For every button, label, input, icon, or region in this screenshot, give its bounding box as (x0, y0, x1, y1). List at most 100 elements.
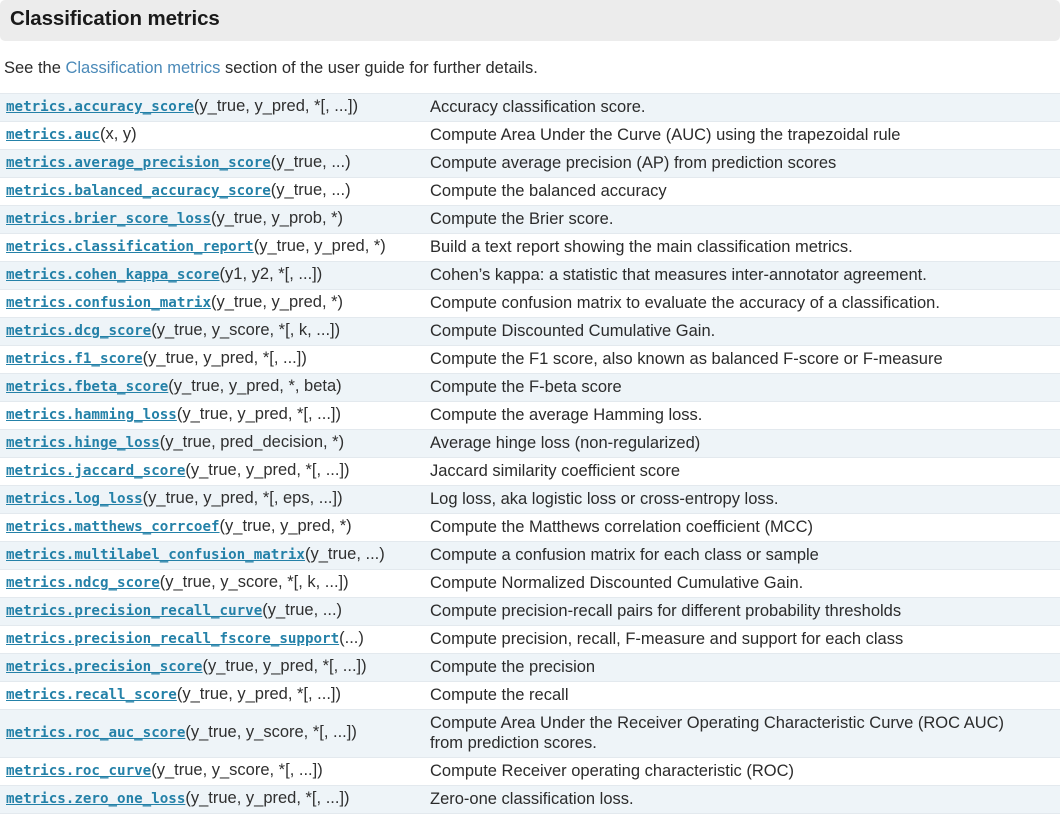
table-row: metrics.ndcg_score(y_true, y_score, *[, … (0, 569, 1060, 598)
signature-cell: metrics.recall_score(y_true, y_pred, *[,… (0, 682, 420, 710)
function-link[interactable]: metrics.jaccard_score (6, 463, 185, 479)
table-row: metrics.confusion_matrix(y_true, y_pred,… (0, 289, 1060, 318)
intro-paragraph: See the Classification metrics section o… (0, 41, 1060, 79)
description-text: Compute the balanced accuracy (430, 182, 667, 200)
description-text: Jaccard similarity coefficient score (430, 462, 681, 480)
signature-cell: metrics.hinge_loss(y_true, pred_decision… (0, 430, 420, 458)
function-args: (...) (339, 629, 364, 647)
signature-cell: metrics.precision_recall_fscore_support(… (0, 626, 420, 654)
function-args: (y_true, ...) (270, 181, 351, 199)
table-row: metrics.fbeta_score(y_true, y_pred, *, b… (0, 373, 1060, 402)
description-cell: Compute the balanced accuracy (420, 178, 1060, 206)
signature-cell: metrics.average_precision_score(y_true, … (0, 150, 420, 178)
description-text-line2: from prediction scores. (430, 734, 597, 752)
function-link[interactable]: metrics.roc_auc_score (6, 725, 185, 741)
description-text: Compute the average Hamming loss. (430, 406, 703, 424)
signature-cell: metrics.fbeta_score(y_true, y_pred, *, b… (0, 374, 420, 402)
function-args: (x, y) (99, 125, 137, 143)
table-row: metrics.auc(x, y) Compute Area Under the … (0, 121, 1060, 150)
description-cell: Compute Area Under the Curve (AUC) using… (420, 122, 1060, 150)
function-link[interactable]: metrics.precision_score (6, 659, 202, 675)
description-cell: Compute the precision (420, 654, 1060, 682)
description-text: Compute Area Under the Curve (AUC) using… (430, 126, 901, 144)
user-guide-link[interactable]: Classification metrics (65, 59, 220, 77)
description-text: Compute the recall (430, 686, 569, 704)
function-link[interactable]: metrics.hinge_loss (6, 435, 160, 451)
function-link[interactable]: metrics.ndcg_score (6, 575, 160, 591)
function-args: (y_true, y_pred, *) (211, 293, 344, 311)
function-link[interactable]: metrics.classification_report (6, 239, 254, 255)
description-cell: Accuracy classification score. (420, 94, 1060, 122)
function-args: (y_true, y_pred, *) (219, 517, 352, 535)
description-text: Cohen’s kappa: a statistic that measures… (430, 266, 927, 284)
function-link[interactable]: metrics.recall_score (6, 687, 177, 703)
table-row: metrics.hamming_loss(y_true, y_pred, *[,… (0, 401, 1060, 430)
description-cell: Compute Area Under the Receiver Operatin… (420, 710, 1060, 758)
function-args: (y_true, y_score, *[, ...]) (185, 723, 357, 741)
description-cell: Compute the Matthews correlation coeffic… (420, 514, 1060, 542)
description-text: Compute Normalized Discounted Cumulative… (430, 574, 804, 592)
table-row: metrics.precision_recall_fscore_support(… (0, 625, 1060, 654)
function-link[interactable]: metrics.roc_curve (6, 763, 151, 779)
description-cell: Compute Normalized Discounted Cumulative… (420, 570, 1060, 598)
table-row: metrics.classification_report(y_true, y_… (0, 233, 1060, 262)
signature-cell: metrics.hamming_loss(y_true, y_pred, *[,… (0, 402, 420, 430)
intro-text-before: See the (4, 59, 66, 77)
function-link[interactable]: metrics.hamming_loss (6, 407, 177, 423)
table-row: metrics.zero_one_loss(y_true, y_pred, *[… (0, 785, 1060, 814)
function-args: (y1, y2, *[, ...]) (219, 265, 323, 283)
description-cell: Compute precision-recall pairs for diffe… (420, 598, 1060, 626)
description-text: Zero-one classification loss. (430, 790, 634, 808)
function-link[interactable]: metrics.matthews_corrcoef (6, 519, 220, 535)
signature-cell: metrics.roc_curve(y_true, y_score, *[, .… (0, 758, 420, 786)
function-args: (y_true, y_score, *[, ...]) (151, 761, 323, 779)
function-link[interactable]: metrics.confusion_matrix (6, 295, 211, 311)
table-row: metrics.dcg_score(y_true, y_score, *[, k… (0, 317, 1060, 346)
signature-cell: metrics.accuracy_score(y_true, y_pred, *… (0, 94, 420, 122)
table-row: metrics.hinge_loss(y_true, pred_decision… (0, 429, 1060, 458)
description-text: Compute Discounted Cumulative Gain. (430, 322, 716, 340)
table-row: metrics.precision_score(y_true, y_pred, … (0, 653, 1060, 682)
description-cell: Cohen’s kappa: a statistic that measures… (420, 262, 1060, 290)
description-text: Build a text report showing the main cla… (430, 238, 853, 256)
description-text: Compute the F1 score, also known as bala… (430, 350, 943, 368)
signature-cell: metrics.zero_one_loss(y_true, y_pred, *[… (0, 786, 420, 814)
signature-cell: metrics.confusion_matrix(y_true, y_pred,… (0, 290, 420, 318)
function-link[interactable]: metrics.dcg_score (6, 323, 151, 339)
signature-cell: metrics.f1_score(y_true, y_pred, *[, ...… (0, 346, 420, 374)
table-row: metrics.precision_recall_curve(y_true, .… (0, 597, 1060, 626)
function-link[interactable]: metrics.multilabel_confusion_matrix (6, 547, 305, 563)
function-link[interactable]: metrics.brier_score_loss (6, 211, 211, 227)
description-text: Compute a confusion matrix for each clas… (430, 546, 819, 564)
function-link[interactable]: metrics.auc (6, 127, 100, 143)
function-link[interactable]: metrics.average_precision_score (6, 155, 271, 171)
function-link[interactable]: metrics.balanced_accuracy_score (6, 183, 271, 199)
function-link[interactable]: metrics.fbeta_score (6, 379, 168, 395)
function-args: (y_true, y_pred, *, beta) (168, 377, 342, 395)
function-link[interactable]: metrics.precision_recall_fscore_support (6, 631, 339, 647)
function-args: (y_true, y_pred, *[, ...]) (202, 657, 367, 675)
function-args: (y_true, y_score, *[, k, ...]) (151, 321, 341, 339)
description-cell: Jaccard similarity coefficient score (420, 458, 1060, 486)
function-link[interactable]: metrics.zero_one_loss (6, 791, 185, 807)
description-cell: Log loss, aka logistic loss or cross-ent… (420, 486, 1060, 514)
function-link[interactable]: metrics.cohen_kappa_score (6, 267, 220, 283)
table-row: metrics.brier_score_loss(y_true, y_prob,… (0, 205, 1060, 234)
signature-cell: metrics.balanced_accuracy_score(y_true, … (0, 178, 420, 206)
description-cell: Average hinge loss (non-regularized) (420, 430, 1060, 458)
description-cell: Compute average precision (AP) from pred… (420, 150, 1060, 178)
description-text: Accuracy classification score. (430, 98, 646, 116)
description-text: Compute the precision (430, 658, 596, 676)
signature-cell: metrics.brier_score_loss(y_true, y_prob,… (0, 206, 420, 234)
function-link[interactable]: metrics.f1_score (6, 351, 143, 367)
function-args: (y_true, y_pred, *[, ...]) (185, 789, 350, 807)
table-row: metrics.recall_score(y_true, y_pred, *[,… (0, 681, 1060, 710)
description-text: Compute the F-beta score (430, 378, 622, 396)
description-text: Compute Receiver operating characteristi… (430, 762, 795, 780)
function-link[interactable]: metrics.log_loss (6, 491, 143, 507)
description-cell: Compute Discounted Cumulative Gain. (420, 318, 1060, 346)
description-cell: Build a text report showing the main cla… (420, 234, 1060, 262)
description-text: Compute precision-recall pairs for diffe… (430, 602, 902, 620)
function-link[interactable]: metrics.accuracy_score (6, 99, 194, 115)
function-link[interactable]: metrics.precision_recall_curve (6, 603, 262, 619)
